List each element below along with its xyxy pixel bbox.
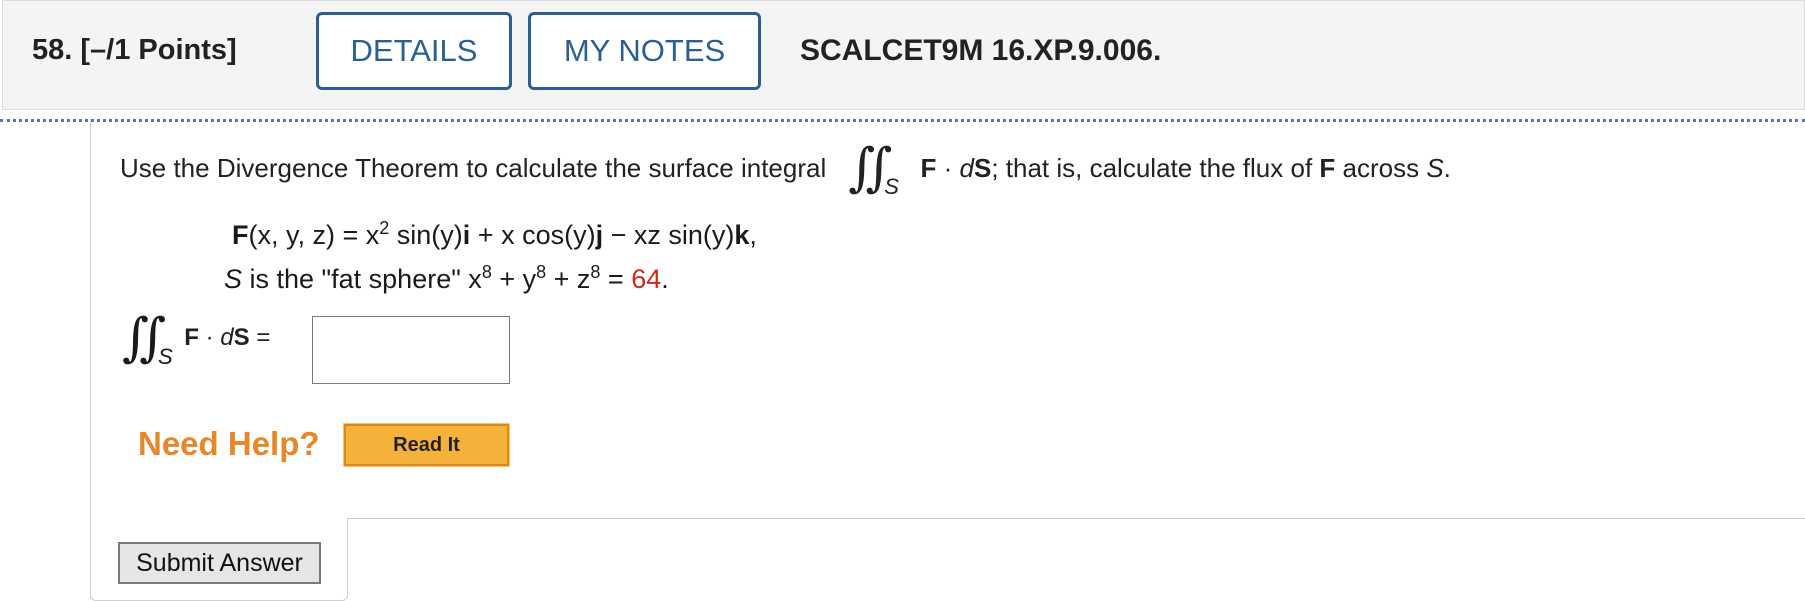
prompt-integrand: F · dS; that is, calculate the flux of F…: [920, 152, 1451, 183]
submit-answer-button[interactable]: Submit Answer: [118, 542, 321, 584]
question-number-points: 58. [–/1 Points]: [32, 34, 237, 67]
surface-constant: 64: [631, 264, 662, 294]
question-number: 58.: [32, 34, 73, 66]
my-notes-button[interactable]: MY NOTES: [528, 12, 761, 90]
details-button[interactable]: DETAILS: [316, 12, 512, 90]
answer-input[interactable]: [312, 316, 510, 384]
question-points: [–/1 Points]: [80, 34, 237, 66]
prompt-text: Use the Divergence Theorem to calculate …: [120, 152, 827, 183]
details-label: DETAILS: [350, 33, 478, 68]
my-notes-label: MY NOTES: [563, 33, 726, 68]
read-it-label: Read It: [393, 433, 460, 456]
double-integral-icon: ∬ S: [848, 138, 899, 199]
question-prompt: Use the Divergence Theorem to calculate …: [120, 138, 1451, 199]
submit-answer-label: Submit Answer: [136, 548, 303, 577]
vector-field-definition: F(x, y, z) = x2 sin(y)i + x cos(y)j − xz…: [232, 218, 757, 250]
read-it-button[interactable]: Read It: [343, 423, 510, 467]
double-integral-icon: ∬ S: [122, 308, 173, 369]
surface-definition: S is the "fat sphere" x8 + y8 + z8 = 64.: [224, 262, 669, 294]
problem-code: SCALCET9M 16.XP.9.006.: [800, 34, 1162, 67]
answer-label: ∬ S F · dS =: [122, 308, 271, 369]
need-help-label: Need Help?: [138, 425, 320, 462]
footer-divider: [348, 518, 1805, 519]
